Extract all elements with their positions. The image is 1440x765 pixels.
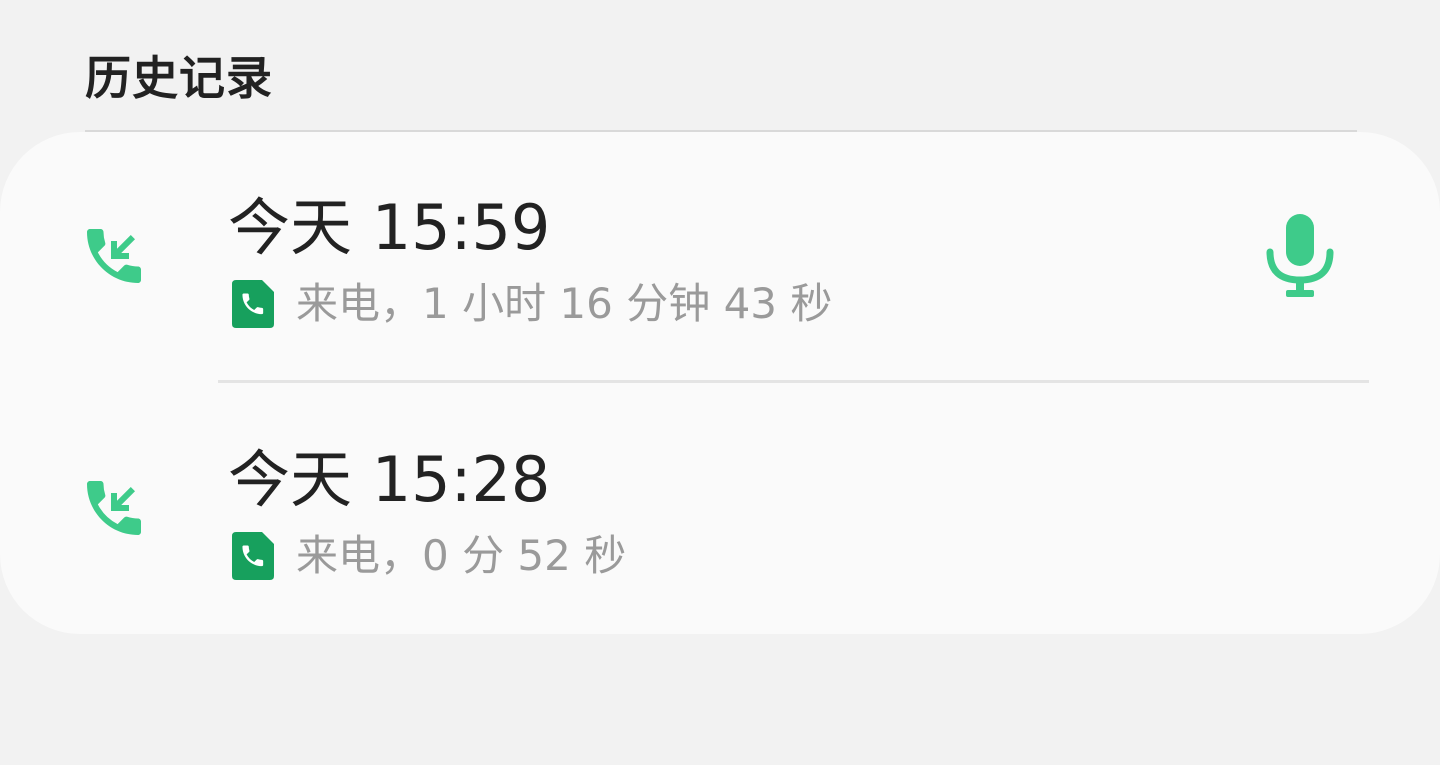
call-time: 今天 15:59 (228, 191, 551, 264)
sim-phone-icon (232, 532, 274, 580)
call-history-card: 今天 15:59 来电，1 小时 16 分钟 43 秒 今天 15:28 来电，… (0, 132, 1440, 634)
incoming-call-icon (87, 481, 141, 535)
call-detail: 来电，0 分 52 秒 (232, 532, 626, 580)
call-log-item[interactable]: 今天 15:28 来电，0 分 52 秒 (0, 384, 1440, 634)
microphone-icon[interactable] (1262, 214, 1338, 300)
incoming-call-icon (87, 229, 141, 283)
call-detail-text: 来电，1 小时 16 分钟 43 秒 (296, 279, 833, 328)
call-detail: 来电，1 小时 16 分钟 43 秒 (232, 280, 832, 328)
history-section-title: 历史记录 (85, 51, 273, 105)
row-divider (218, 380, 1369, 383)
call-log-item[interactable]: 今天 15:59 来电，1 小时 16 分钟 43 秒 (0, 132, 1440, 383)
sim-phone-icon (232, 280, 274, 328)
call-time: 今天 15:28 (228, 443, 551, 516)
call-detail-text: 来电，0 分 52 秒 (296, 531, 627, 580)
